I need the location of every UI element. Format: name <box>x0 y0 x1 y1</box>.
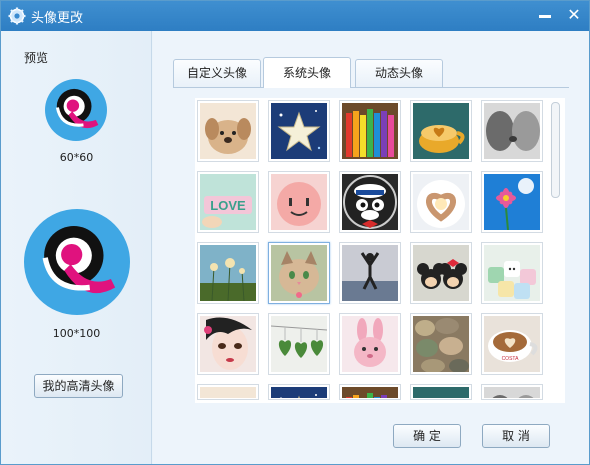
avatar-thumbnail[interactable] <box>339 384 401 400</box>
tab-custom-avatar[interactable]: 自定义头像 <box>173 59 261 87</box>
pebbles-icon <box>413 316 469 372</box>
pebbles-icon <box>271 387 327 398</box>
avatar-thumbnail[interactable] <box>339 100 401 162</box>
minimize-button[interactable] <box>534 5 556 25</box>
flower-sky-icon <box>484 174 540 230</box>
scroll-thumb[interactable] <box>551 102 560 198</box>
avatar-thumbnail[interactable] <box>410 384 472 400</box>
mickey-minnie-icon <box>413 245 469 301</box>
smiley-face-icon <box>271 174 327 230</box>
pebbles-icon <box>484 387 540 398</box>
heart-hands-icon <box>413 174 469 230</box>
puppy-plush-icon <box>200 103 256 159</box>
avatar-thumbnail[interactable] <box>481 384 543 400</box>
avatar-thumbnail[interactable] <box>481 171 543 233</box>
avatar-thumbnail[interactable] <box>268 242 330 304</box>
title-bar[interactable]: 头像更改 ✕ <box>1 1 589 31</box>
heart-coffee-cup-icon <box>413 103 469 159</box>
tab-content: LOVE COSTA <box>173 87 569 403</box>
colored-pencils-icon <box>342 103 398 159</box>
pebbles-icon <box>200 387 256 398</box>
avatar-picker-panel: 自定义头像 系统头像 动态头像 LOVE COSTA 确 定 取 消 <box>153 31 589 464</box>
avatar-thumbnail[interactable]: LOVE <box>197 171 259 233</box>
svg-text:LOVE: LOVE <box>210 198 246 213</box>
kiss-couple-icon <box>484 103 540 159</box>
star-icon <box>271 103 327 159</box>
ok-button[interactable]: 确 定 <box>393 424 461 448</box>
avatar-thumbnail[interactable] <box>410 242 472 304</box>
large-size-label: 100*100 <box>52 327 101 340</box>
window-title: 头像更改 <box>31 11 84 26</box>
doll-face-icon <box>200 316 256 372</box>
pink-bunny-icon <box>342 316 398 372</box>
avatar-preview-small <box>45 79 107 141</box>
avatar-thumbnail[interactable] <box>410 313 472 375</box>
cancel-button[interactable]: 取 消 <box>482 424 550 448</box>
avatar-thumbnail[interactable] <box>197 384 259 400</box>
avatar-change-window: 头像更改 ✕ 预览 60*60 100*100 我的高清头像 自定义头像 系统头 <box>0 0 590 465</box>
preview-label: 预览 <box>24 51 49 65</box>
avatar-thumbnail[interactable] <box>481 100 543 162</box>
pebbles-icon <box>342 387 398 398</box>
avatar-thumbnail[interactable] <box>410 171 472 233</box>
hanging-hearts-icon <box>271 316 327 372</box>
avatar-thumbnail[interactable] <box>197 313 259 375</box>
latte-cup-icon: COSTA <box>484 316 540 372</box>
avatar-thumbnail[interactable] <box>197 100 259 162</box>
small-size-label: 60*60 <box>59 151 94 164</box>
jumping-silhouette-icon <box>342 245 398 301</box>
avatar-thumbnail[interactable] <box>339 313 401 375</box>
avatar-thumbnail[interactable] <box>268 384 330 400</box>
gear-icon <box>8 7 26 25</box>
my-hd-avatar-button[interactable]: 我的高清头像 <box>34 374 123 398</box>
sailor-cat-icon <box>342 174 398 230</box>
avatar-thumbnail[interactable] <box>339 171 401 233</box>
avatar-preview-large <box>24 209 130 315</box>
avatar-thumbnail[interactable] <box>268 313 330 375</box>
close-button[interactable]: ✕ <box>563 5 585 25</box>
avatar-thumbnail[interactable] <box>197 242 259 304</box>
preview-panel: 预览 60*60 100*100 我的高清头像 <box>1 31 152 464</box>
kitten-icon <box>271 245 327 301</box>
avatar-thumbnail[interactable] <box>410 100 472 162</box>
vertical-scrollbar[interactable] <box>551 100 561 400</box>
love-letters-icon: LOVE <box>200 174 256 230</box>
marshmallows-icon <box>484 245 540 301</box>
dandelion-field-icon <box>200 245 256 301</box>
avatar-thumbnail[interactable] <box>268 171 330 233</box>
tab-dynamic-avatar[interactable]: 动态头像 <box>355 59 443 87</box>
tab-system-avatar[interactable]: 系统头像 <box>263 57 351 88</box>
avatar-thumbnail[interactable] <box>339 242 401 304</box>
pebbles-icon <box>413 387 469 398</box>
avatar-grid: LOVE COSTA <box>195 98 565 403</box>
avatar-thumbnail[interactable] <box>268 100 330 162</box>
avatar-thumbnail[interactable]: COSTA <box>481 313 543 375</box>
avatar-thumbnail[interactable] <box>481 242 543 304</box>
svg-text:COSTA: COSTA <box>502 356 520 362</box>
